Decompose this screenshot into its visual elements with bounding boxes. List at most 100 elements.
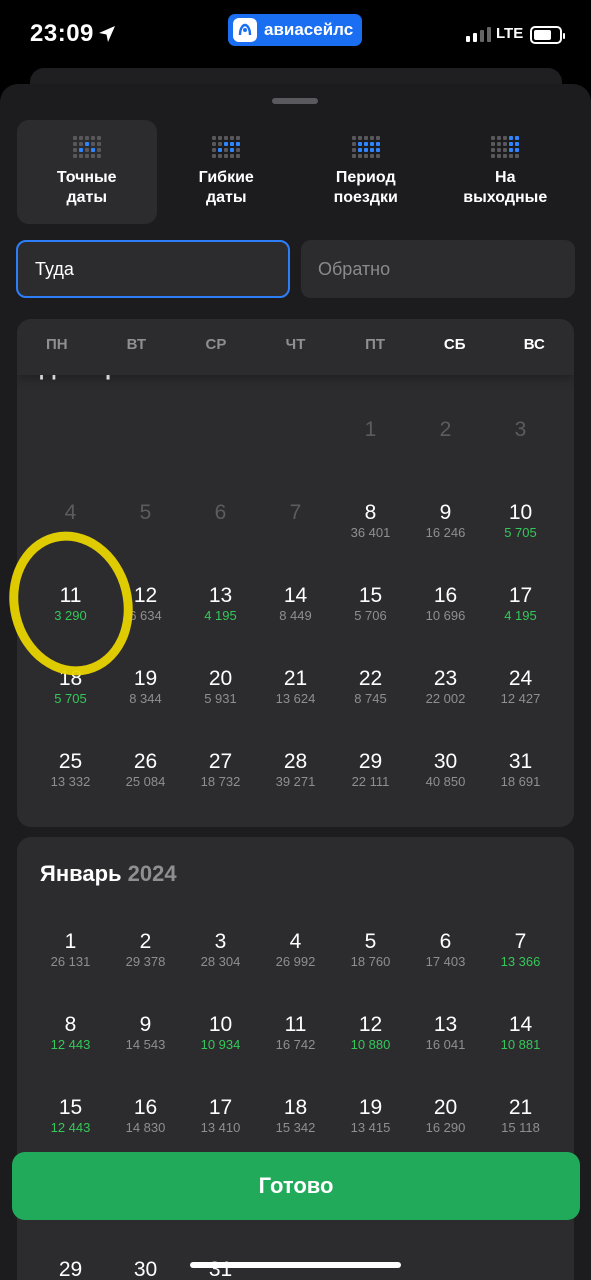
day-number: 22 (358, 667, 383, 690)
calendar-day[interactable]: 15 5 706 (333, 551, 408, 634)
day-price: 5 705 (504, 525, 537, 540)
calendar-day[interactable]: 4 26 992 (258, 897, 333, 980)
day-number: 16 (433, 584, 458, 607)
calendar-day[interactable]: 18 5 705 (33, 634, 108, 717)
day-grid: 1 2 3 4 5 6 7 8 36 401 9 16 246 10 5 705 11 3 290 12 6 6… (33, 385, 558, 800)
calendar-day[interactable]: 6 17 403 (408, 897, 483, 980)
calendar-day[interactable]: 20 16 290 (408, 1063, 483, 1146)
calendar-day[interactable]: 3 28 304 (183, 897, 258, 980)
calendar-day: 3 (483, 385, 558, 468)
calendar-day[interactable]: 28 39 271 (258, 717, 333, 800)
calendar-day[interactable]: 13 4 195 (183, 551, 258, 634)
calendar-day[interactable]: 17 13 410 (183, 1063, 258, 1146)
calendar-day[interactable]: 8 12 443 (33, 980, 108, 1063)
day-price: 18 760 (350, 954, 391, 969)
calendar-day[interactable]: 10 10 934 (183, 980, 258, 1063)
calendar-day[interactable]: 11 16 742 (258, 980, 333, 1063)
day-price: 4 195 (504, 608, 537, 623)
day-price: 13 410 (200, 1120, 241, 1135)
calendar-day[interactable]: 16 14 830 (108, 1063, 183, 1146)
calendar-day[interactable]: 17 4 195 (483, 551, 558, 634)
day-price: 13 332 (50, 774, 91, 789)
calendar-day[interactable]: 15 12 443 (33, 1063, 108, 1146)
calendar-day[interactable]: 8 36 401 (333, 468, 408, 551)
day-number: 9 (139, 1013, 152, 1036)
day-number: 23 (433, 667, 458, 690)
calendar-day[interactable]: 30 40 850 (408, 717, 483, 800)
calendar-day: 4 (33, 468, 108, 551)
day-price: 36 401 (350, 525, 391, 540)
day-price: 6 634 (129, 608, 162, 623)
calendar-day[interactable]: 26 25 084 (108, 717, 183, 800)
tab-exact-dates[interactable]: Точные даты (17, 120, 157, 224)
sheet-grabber[interactable] (272, 98, 318, 104)
calendar-day[interactable]: 1 26 131 (33, 897, 108, 980)
day-price: 8 344 (129, 691, 162, 706)
dot-grid-exact-icon (72, 136, 101, 158)
day-price: 16 290 (425, 1120, 466, 1135)
day-price: 29 378 (125, 954, 166, 969)
day-number: 30 (433, 750, 458, 773)
calendar-day[interactable]: 23 22 002 (408, 634, 483, 717)
day-price: 22 111 (351, 774, 390, 789)
day-price: 5 931 (204, 691, 237, 706)
month-card-december: ПН ВТ СР ЧТ ПТ СБ ВС Декабрь 1234567836 … (17, 319, 574, 827)
day-number: 6 (214, 501, 227, 524)
day-number[interactable]: 29 (33, 1258, 108, 1280)
tab-weekends[interactable]: На выходные (436, 120, 576, 224)
day-number: 19 (358, 1096, 383, 1119)
day-price: 12 443 (50, 1037, 91, 1052)
day-price: 26 131 (50, 954, 91, 969)
calendar-day[interactable]: 9 14 543 (108, 980, 183, 1063)
return-date-field[interactable]: Обратно (301, 240, 575, 298)
home-indicator[interactable] (190, 1262, 401, 1268)
calendar-day[interactable]: 20 5 931 (183, 634, 258, 717)
calendar-day[interactable]: 10 5 705 (483, 468, 558, 551)
empty-cell (258, 385, 333, 468)
battery-icon (530, 26, 565, 44)
calendar-day[interactable]: 11 3 290 (33, 551, 108, 634)
calendar-day[interactable]: 14 10 881 (483, 980, 558, 1063)
calendar-day[interactable]: 12 6 634 (108, 551, 183, 634)
calendar-day[interactable]: 9 16 246 (408, 468, 483, 551)
calendar-day[interactable]: 18 15 342 (258, 1063, 333, 1146)
calendar-day[interactable]: 5 18 760 (333, 897, 408, 980)
cellular-signal-icon (466, 27, 491, 42)
day-price: 5 705 (54, 691, 87, 706)
calendar-day[interactable]: 25 13 332 (33, 717, 108, 800)
calendar-day[interactable]: 14 8 449 (258, 551, 333, 634)
day-price: 16 041 (425, 1037, 466, 1052)
calendar-day[interactable]: 19 8 344 (108, 634, 183, 717)
day-number: 11 (284, 1013, 307, 1036)
day-number: 17 (208, 1096, 233, 1119)
calendar-day[interactable]: 29 22 111 (333, 717, 408, 800)
calendar-day[interactable]: 13 16 041 (408, 980, 483, 1063)
day-price: 15 118 (501, 1120, 540, 1135)
day-price: 26 992 (275, 954, 316, 969)
day-number: 1 (364, 418, 377, 441)
calendar-day[interactable]: 21 13 624 (258, 634, 333, 717)
day-number: 15 (358, 584, 383, 607)
calendar-day[interactable]: 12 10 880 (333, 980, 408, 1063)
tab-flexible-dates[interactable]: Гибкие даты (157, 120, 297, 224)
calendar-day[interactable]: 31 18 691 (483, 717, 558, 800)
day-number: 28 (283, 750, 308, 773)
calendar-day[interactable]: 24 12 427 (483, 634, 558, 717)
calendar-day[interactable]: 7 13 366 (483, 897, 558, 980)
day-number: 10 (508, 501, 533, 524)
calendar-day[interactable]: 19 13 415 (333, 1063, 408, 1146)
day-price: 18 732 (200, 774, 241, 789)
calendar-day[interactable]: 2 29 378 (108, 897, 183, 980)
day-price: 28 304 (200, 954, 241, 969)
day-price: 12 427 (500, 691, 541, 706)
day-number[interactable]: 30 (108, 1258, 183, 1280)
departure-date-field[interactable]: Туда (16, 240, 290, 298)
tab-trip-period[interactable]: Период поездки (296, 120, 436, 224)
calendar-day[interactable]: 27 18 732 (183, 717, 258, 800)
calendar-day: 5 (108, 468, 183, 551)
calendar-day[interactable]: 21 15 118 (483, 1063, 558, 1146)
app-return-pill[interactable]: авиасейлс (228, 14, 362, 46)
calendar-day[interactable]: 16 10 696 (408, 551, 483, 634)
calendar-day[interactable]: 22 8 745 (333, 634, 408, 717)
done-button[interactable]: Готово (12, 1152, 580, 1220)
